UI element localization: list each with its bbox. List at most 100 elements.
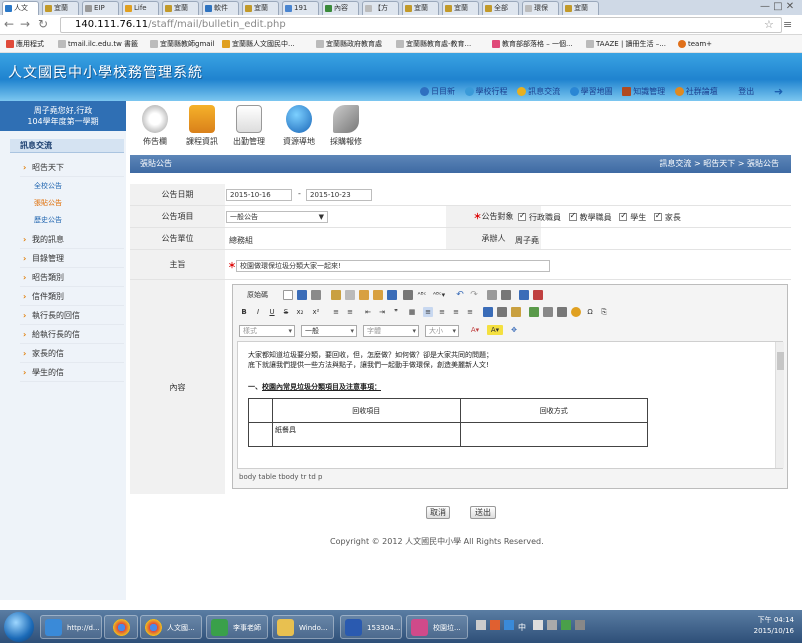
tool-procurement[interactable]: 採購報修 [323,105,369,147]
browser-tab[interactable]: 內容 [322,1,359,15]
image-icon[interactable] [529,307,539,317]
taskbar-item[interactable]: Windo... [272,615,334,639]
browser-tab[interactable]: EIP [82,1,119,15]
checkbox-icon[interactable] [653,211,662,221]
style-select[interactable]: 樣式 [239,325,295,337]
table-icon[interactable] [543,307,553,317]
horizontal-rule-icon[interactable] [557,307,567,317]
replace-icon[interactable] [501,290,511,300]
div-icon[interactable]: ▦ [407,307,417,317]
volume-icon[interactable] [574,620,585,630]
menu-item[interactable]: 知識管理 [622,86,665,98]
nav-item-to-ceo[interactable]: 給執行長的信 [20,326,124,344]
subscript-icon[interactable]: x₂ [295,307,305,317]
paste-text-icon[interactable] [373,290,383,300]
tray-icon[interactable] [504,620,514,630]
nav-item-bulletin-category[interactable]: 昭告類別 [20,269,124,287]
date-to-input[interactable]: 2015-10-23 [306,189,372,201]
browser-tab[interactable]: 【方 [362,1,399,15]
nav-sub-all[interactable]: 全校公告 [34,178,62,194]
italic-icon[interactable]: I [253,307,263,317]
bookmark-item[interactable]: 宜蘭縣人文國民中... [222,38,295,50]
format-select[interactable]: 一般 [301,325,357,337]
editor-content[interactable]: 大家都知道垃圾要分類，要回收，但，怎麼做？如何做？卻是大家共同的問題； 底下就讓… [237,341,783,469]
text-color-icon[interactable]: A▾ [467,325,483,335]
target-option[interactable]: 家長 [653,211,681,222]
new-page-icon[interactable] [283,290,293,300]
link-icon[interactable] [483,307,493,317]
taskbar-item[interactable] [104,615,138,639]
tool-course[interactable]: 課程資訊 [179,105,225,147]
browser-tab[interactable]: 宜蘭 [562,1,599,15]
target-option[interactable]: 學生 [619,211,646,222]
editor-scrollbar[interactable] [775,342,784,468]
nav-item-ceo-reply[interactable]: 執行長的回信 [20,307,124,325]
source-button[interactable]: 原始碼 [237,290,277,300]
browser-tab[interactable]: 軟件 [202,1,239,15]
copy-icon[interactable] [345,290,355,300]
menu-item[interactable]: 學習地圖 [569,86,613,98]
menu-item[interactable]: 學校行程 [464,86,508,98]
bulleted-list-icon[interactable]: ≡ [345,307,355,317]
scrollbar-thumb[interactable] [777,352,784,370]
blockquote-icon[interactable]: ❞ [391,307,401,317]
numbered-list-icon[interactable]: ≡ [331,307,341,317]
undo-icon[interactable]: ↶ [455,290,465,300]
tray-icon[interactable] [546,620,557,630]
nav-item-parent-mail[interactable]: 家長的信 [20,345,124,363]
outdent-icon[interactable]: ⇤ [363,307,373,317]
clock[interactable]: 下午 04:14 2015/10/16 [754,615,794,637]
browser-tab[interactable]: 宜蘭 [442,1,479,15]
tool-bulletin[interactable]: 佈告欄 [132,105,178,147]
taskbar-item[interactable]: 校園垃... [406,615,468,639]
iframe-icon[interactable]: ⎘ [599,307,609,317]
target-option[interactable]: 行政職員 [518,211,561,222]
target-option[interactable]: 教學職員 [568,211,612,222]
nav-item-mail-category[interactable]: 信件類別 [20,288,124,306]
align-left-icon[interactable]: ≡ [423,307,433,317]
browser-tab[interactable]: Life [122,1,159,15]
size-select[interactable]: 大小 [425,325,459,337]
spellcheck-menu-icon[interactable]: ᴬᴮᶜ▾ [433,290,445,300]
superscript-icon[interactable]: x² [311,307,321,317]
special-char-icon[interactable]: Ω [585,307,595,317]
select-all-icon[interactable] [519,290,529,300]
align-justify-icon[interactable]: ≡ [465,307,475,317]
ime-indicator[interactable]: 中 [518,623,526,632]
underline-icon[interactable]: U [267,307,277,317]
item-select[interactable]: 一般公告 ▼ [226,211,328,223]
strike-icon[interactable]: S [281,307,291,317]
tray-icon[interactable] [532,620,543,630]
start-button[interactable] [4,612,34,642]
bookmark-item[interactable]: 教育部部落格 – 一個... [492,38,573,50]
tray-icon[interactable] [490,620,500,630]
maximize-icon[interactable]: ✥ [509,325,519,335]
cancel-button[interactable]: 取消 [426,506,450,519]
bookmark-star-icon[interactable]: ☆ [764,18,774,31]
align-right-icon[interactable]: ≡ [451,307,461,317]
reload-icon[interactable]: ↻ [36,18,50,32]
tray-icon[interactable] [560,620,571,630]
paste-word-icon[interactable] [387,290,397,300]
paste-icon[interactable] [359,290,369,300]
checkbox-icon[interactable] [619,211,628,221]
browser-tab[interactable]: 全部 [482,1,519,15]
bookmark-item[interactable]: 宜蘭縣教育處-教育... [396,38,471,50]
tool-attendance[interactable]: 出勤管理 [226,105,272,147]
forward-icon[interactable]: → [18,18,32,32]
nav-item-bulletin[interactable]: 昭告天下 [20,159,124,177]
nav-sub-post[interactable]: 張貼公告 [34,195,62,211]
browser-tab[interactable]: 宜蘭 [42,1,79,15]
taskbar-item[interactable]: 人文國... [140,615,202,639]
bookmark-apps[interactable]: 應用程式 [6,38,44,50]
taskbar-item[interactable]: 153304... [340,615,402,639]
browser-tab[interactable]: 宜蘭 [162,1,199,15]
indent-icon[interactable]: ⇥ [377,307,387,317]
taskbar-item[interactable]: http://d... [40,615,102,639]
spellcheck-icon[interactable]: ᴬᴮᶜ [417,290,427,300]
submit-button[interactable]: 送出 [470,506,496,519]
align-center-icon[interactable]: ≡ [437,307,447,317]
checkbox-icon[interactable] [568,211,577,221]
window-controls[interactable]: — □ ✕ [760,1,794,12]
tray-icon[interactable] [476,620,486,630]
